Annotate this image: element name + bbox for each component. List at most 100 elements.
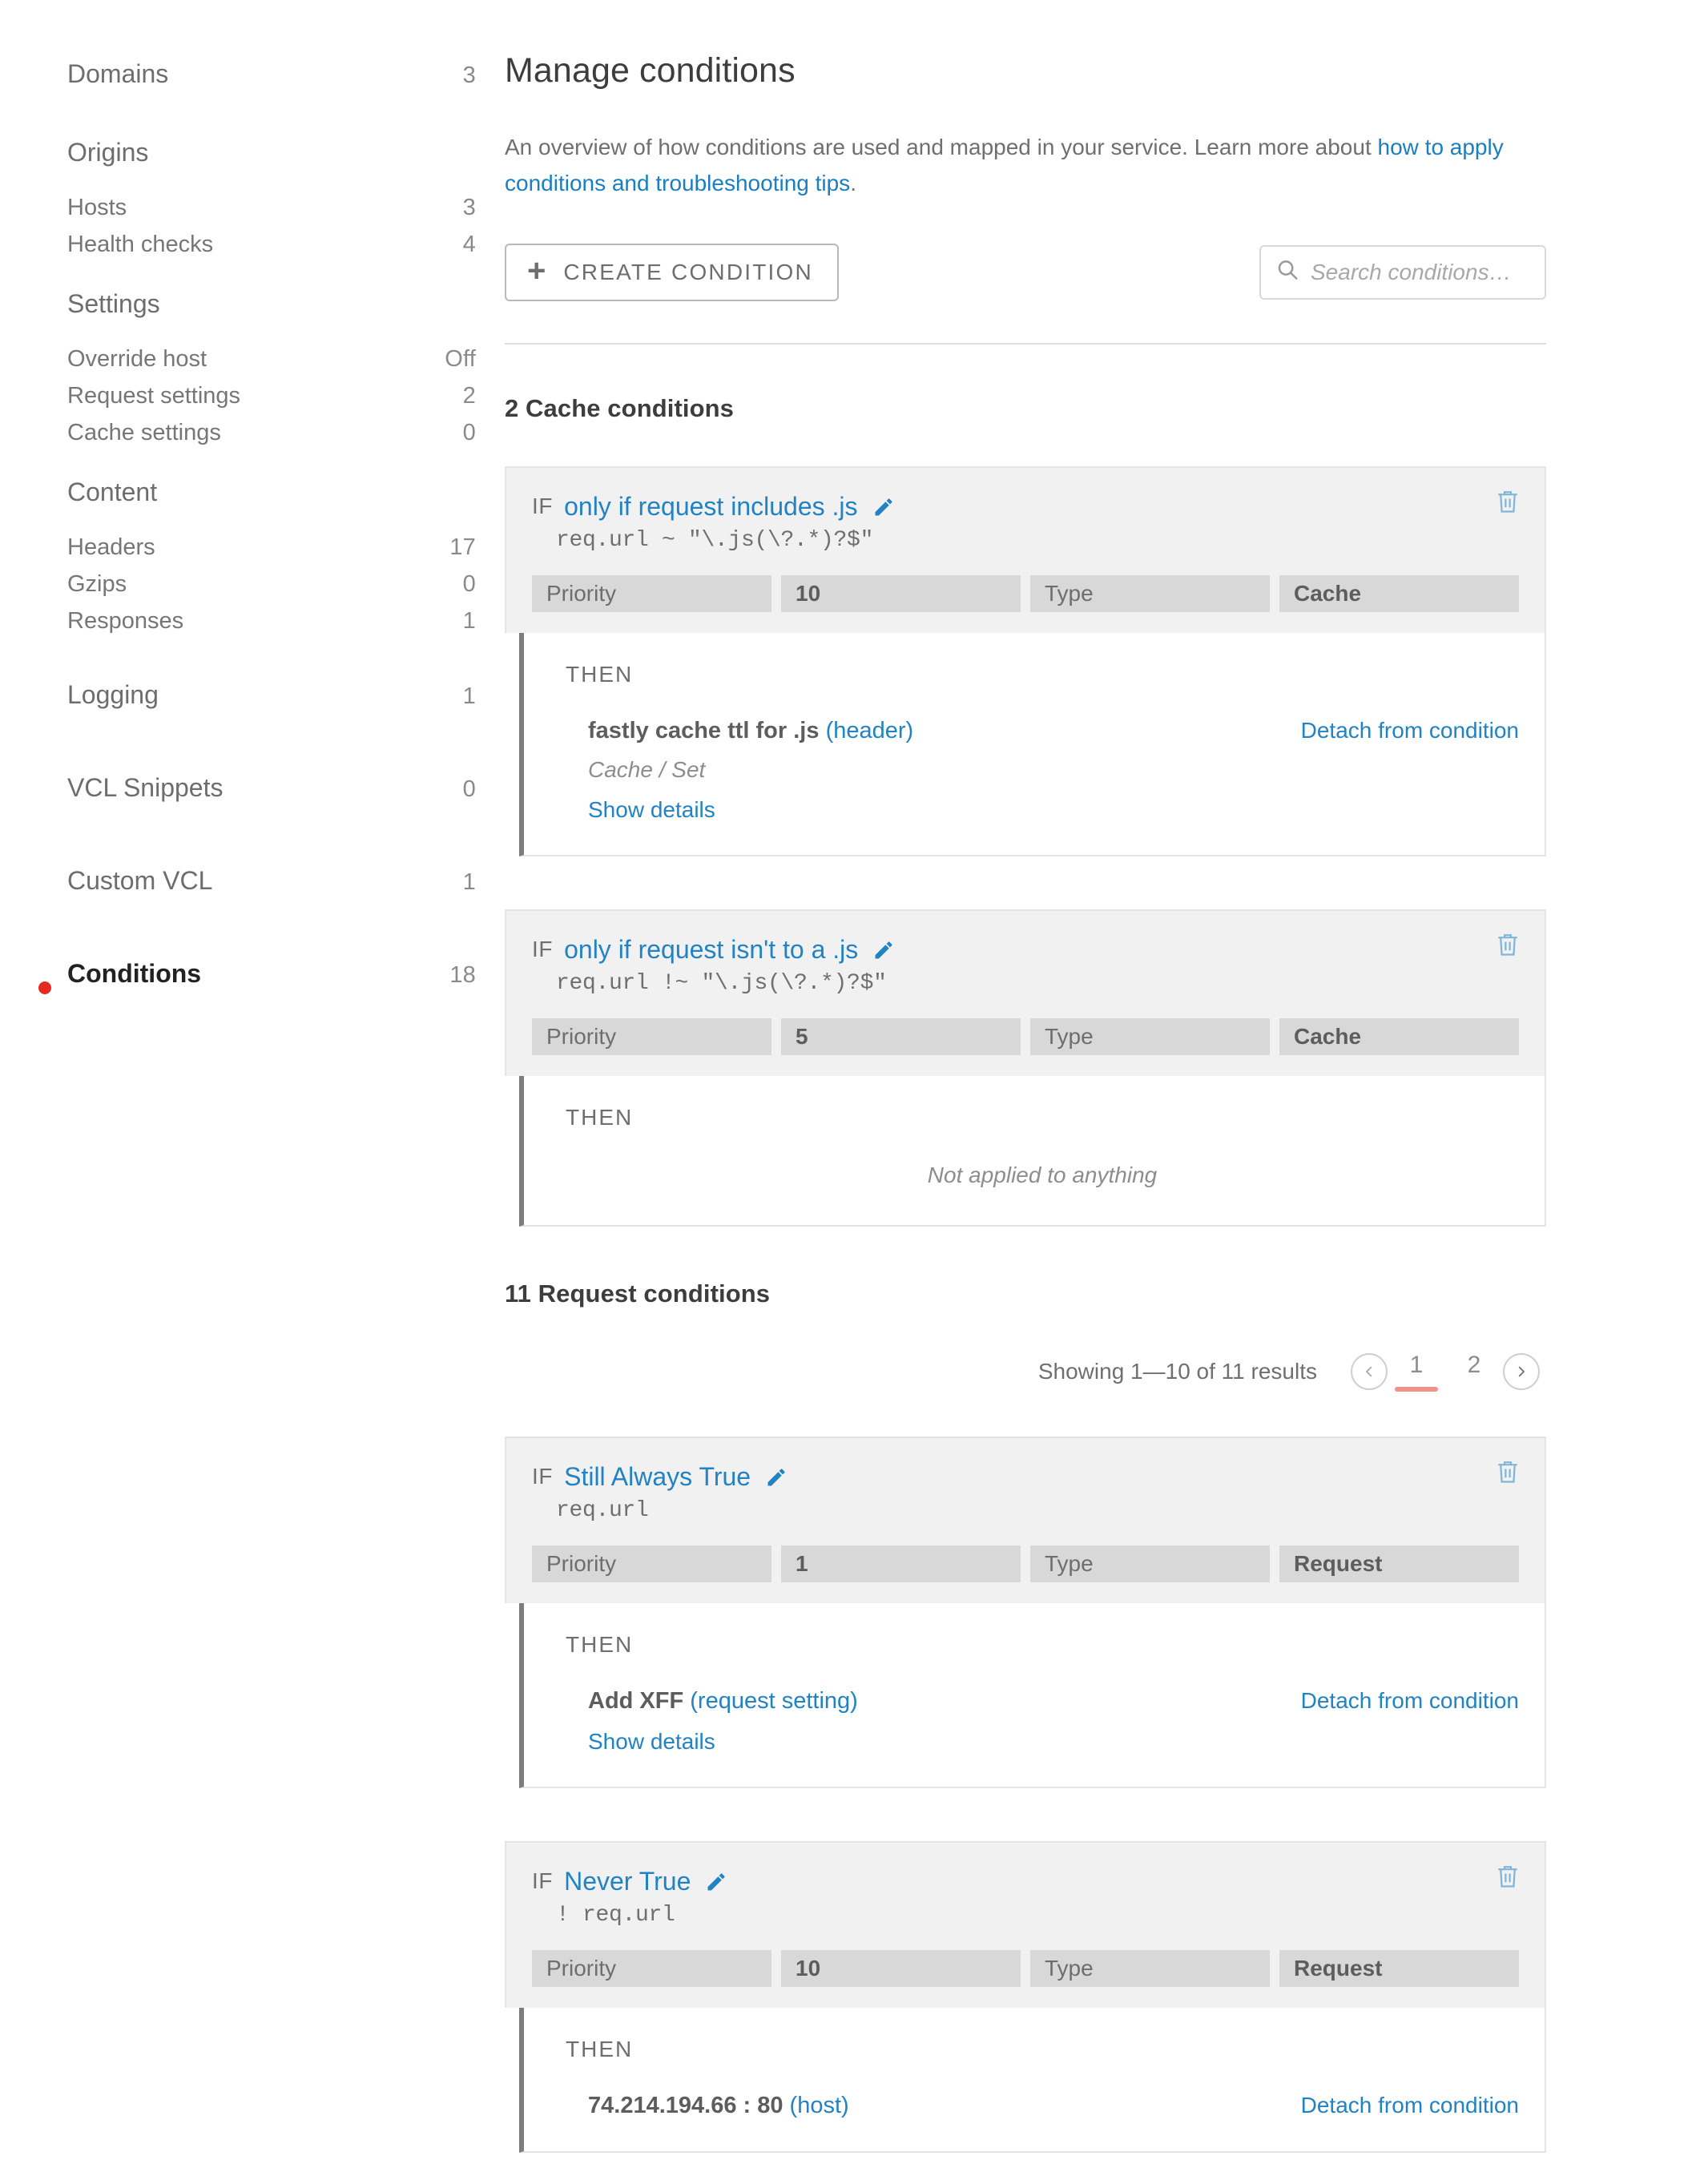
- condition-card: IF Never True ! req.url Priority 10 Type: [505, 1840, 1546, 2153]
- sidebar-item-override-host[interactable]: Override host Off: [0, 346, 505, 383]
- sidebar-item-request-settings[interactable]: Request settings 2: [0, 383, 505, 420]
- sidebar-group-domains: Domains 3: [0, 59, 505, 117]
- sidebar-item-label: Responses: [67, 608, 184, 634]
- sidebar-item-vcl-snippets[interactable]: VCL Snippets 0: [0, 773, 505, 831]
- sidebar-item-domains[interactable]: Domains 3: [0, 59, 505, 117]
- chip-type-value: Cache: [1279, 574, 1519, 612]
- sidebar-item-gzips[interactable]: Gzips 0: [0, 571, 505, 608]
- then-label: THEN: [566, 1104, 634, 1130]
- show-details-link[interactable]: Show details: [588, 1729, 715, 1755]
- sidebar-item-label: Cache settings: [67, 420, 221, 445]
- attached-object-row: fastly cache ttl for .js (header) Detach…: [588, 718, 1519, 744]
- sidebar-item-label: Request settings: [67, 383, 241, 409]
- sidebar-item-count: 2: [462, 383, 476, 409]
- search-input[interactable]: [1311, 259, 1530, 285]
- sidebar-heading-content: Content: [0, 478, 505, 534]
- sidebar-item-conditions[interactable]: Conditions 18: [0, 959, 505, 1017]
- sidebar-heading-settings: Settings: [0, 289, 505, 346]
- condition-meta-chips: Priority 5 Type Cache: [532, 1018, 1519, 1055]
- condition-name-link[interactable]: Never True: [564, 1867, 691, 1896]
- sidebar-item-cache-settings[interactable]: Cache settings 0: [0, 420, 505, 457]
- detach-from-condition-link[interactable]: Detach from condition: [1301, 2093, 1519, 2118]
- sidebar-item-health-checks[interactable]: Health checks 4: [0, 232, 505, 268]
- chip-type-label: Type: [1030, 1545, 1270, 1582]
- condition-meta-chips: Priority 10 Type Cache: [532, 574, 1519, 612]
- page-number-2[interactable]: 2: [1445, 1352, 1503, 1392]
- attached-object-title: Add XFF: [588, 1687, 684, 1714]
- detach-from-condition-link[interactable]: Detach from condition: [1301, 718, 1519, 743]
- showing-results-text: Showing 1—10 of 11 results: [1037, 1358, 1317, 1384]
- condition-statement: req.url ~ "\.js(\?.*)?$": [556, 527, 874, 553]
- sidebar-item-count: 0: [462, 571, 476, 597]
- attached-object-name: 74.214.194.66 : 80 (host): [588, 2093, 849, 2119]
- sidebar-item-headers[interactable]: Headers 17: [0, 534, 505, 571]
- sidebar-item-logging[interactable]: Logging 1: [0, 680, 505, 738]
- conditions-toolbar: + CREATE CONDITION: [505, 243, 1546, 301]
- condition-card-header: IF Never True ! req.url Priority 10 Type: [505, 1840, 1546, 2008]
- chip-priority-label: Priority: [532, 574, 771, 612]
- sidebar-heading-origins: Origins: [0, 138, 505, 195]
- condition-statement: ! req.url: [556, 1902, 675, 1928]
- chevron-right-icon[interactable]: [1503, 1352, 1540, 1390]
- condition-name-link[interactable]: only if request isn't to a .js: [564, 935, 858, 965]
- edit-pencil-icon[interactable]: [765, 1466, 788, 1489]
- delete-condition-icon[interactable]: [1495, 489, 1521, 520]
- chevron-left-icon[interactable]: [1351, 1352, 1388, 1390]
- attached-object-title: 74.214.194.66 : 80: [588, 2092, 784, 2118]
- toolbar-divider: [505, 342, 1546, 345]
- search-conditions-box[interactable]: [1259, 244, 1546, 300]
- condition-name-link[interactable]: only if request includes .js: [564, 492, 857, 522]
- condition-card: IF only if request includes .js req.url …: [505, 465, 1546, 856]
- service-sidebar: Domains 3 Origins Hosts 3 Health checks …: [0, 0, 505, 2168]
- edit-pencil-icon[interactable]: [872, 939, 895, 961]
- chip-type-value: Request: [1279, 1545, 1519, 1582]
- then-label: THEN: [566, 661, 634, 687]
- search-icon: [1275, 258, 1299, 286]
- condition-title-row: IF Never True: [532, 1867, 1519, 1896]
- if-label: IF: [532, 494, 554, 519]
- attached-object-kind: (request setting): [690, 1687, 858, 1714]
- attached-object-row: Add XFF (request setting) Detach from co…: [588, 1688, 1519, 1715]
- detach-from-condition-link[interactable]: Detach from condition: [1301, 1688, 1519, 1714]
- page-description: An overview of how conditions are used a…: [505, 129, 1514, 202]
- page-title: Manage conditions: [505, 51, 796, 90]
- sidebar-item-label: Domains: [67, 59, 169, 88]
- show-details-link[interactable]: Show details: [588, 797, 715, 823]
- delete-condition-icon[interactable]: [1495, 1459, 1521, 1490]
- sidebar-item-count: 1: [462, 683, 476, 709]
- sidebar-item-count: 0: [462, 776, 476, 802]
- if-label: IF: [532, 1868, 554, 1894]
- then-label: THEN: [566, 1631, 634, 1657]
- sidebar-item-responses[interactable]: Responses 1: [0, 608, 505, 645]
- chip-priority-value: 10: [781, 1949, 1021, 1987]
- condition-statement: req.url: [556, 1497, 649, 1523]
- sidebar-item-custom-vcl[interactable]: Custom VCL 1: [0, 866, 505, 924]
- attached-object-kind: (host): [789, 2092, 849, 2118]
- sidebar-item-count: 18: [449, 962, 476, 988]
- condition-meta-chips: Priority 10 Type Request: [532, 1949, 1519, 1987]
- page-description-text: An overview of how conditions are used a…: [505, 135, 1378, 159]
- condition-name-link[interactable]: Still Always True: [564, 1462, 751, 1492]
- condition-title-row: IF only if request isn't to a .js: [532, 935, 1519, 965]
- chip-type-label: Type: [1030, 574, 1270, 612]
- then-body: fastly cache ttl for .js (header) Detach…: [566, 718, 1519, 823]
- edit-pencil-icon[interactable]: [705, 1871, 727, 1893]
- condition-statement: req.url !~ "\.js(\?.*)?$": [556, 970, 887, 996]
- chip-priority-label: Priority: [532, 1018, 771, 1055]
- pagination: Showing 1—10 of 11 results 1 2: [505, 1352, 1546, 1392]
- delete-condition-icon[interactable]: [1495, 1864, 1521, 1895]
- chip-type-value: Request: [1279, 1949, 1519, 1987]
- request-conditions-heading: 11 Request conditions: [505, 1279, 771, 1308]
- chip-priority-label: Priority: [532, 1949, 771, 1987]
- delete-condition-icon[interactable]: [1495, 932, 1521, 963]
- sidebar-item-hosts[interactable]: Hosts 3: [0, 195, 505, 232]
- condition-title-row: IF Still Always True: [532, 1462, 1519, 1492]
- sidebar-item-label: Conditions: [67, 959, 202, 988]
- create-condition-button[interactable]: + CREATE CONDITION: [505, 243, 839, 301]
- page-number-1[interactable]: 1: [1388, 1352, 1445, 1392]
- edit-pencil-icon[interactable]: [872, 496, 895, 518]
- condition-card: IF only if request isn't to a .js req.ur…: [505, 909, 1546, 1227]
